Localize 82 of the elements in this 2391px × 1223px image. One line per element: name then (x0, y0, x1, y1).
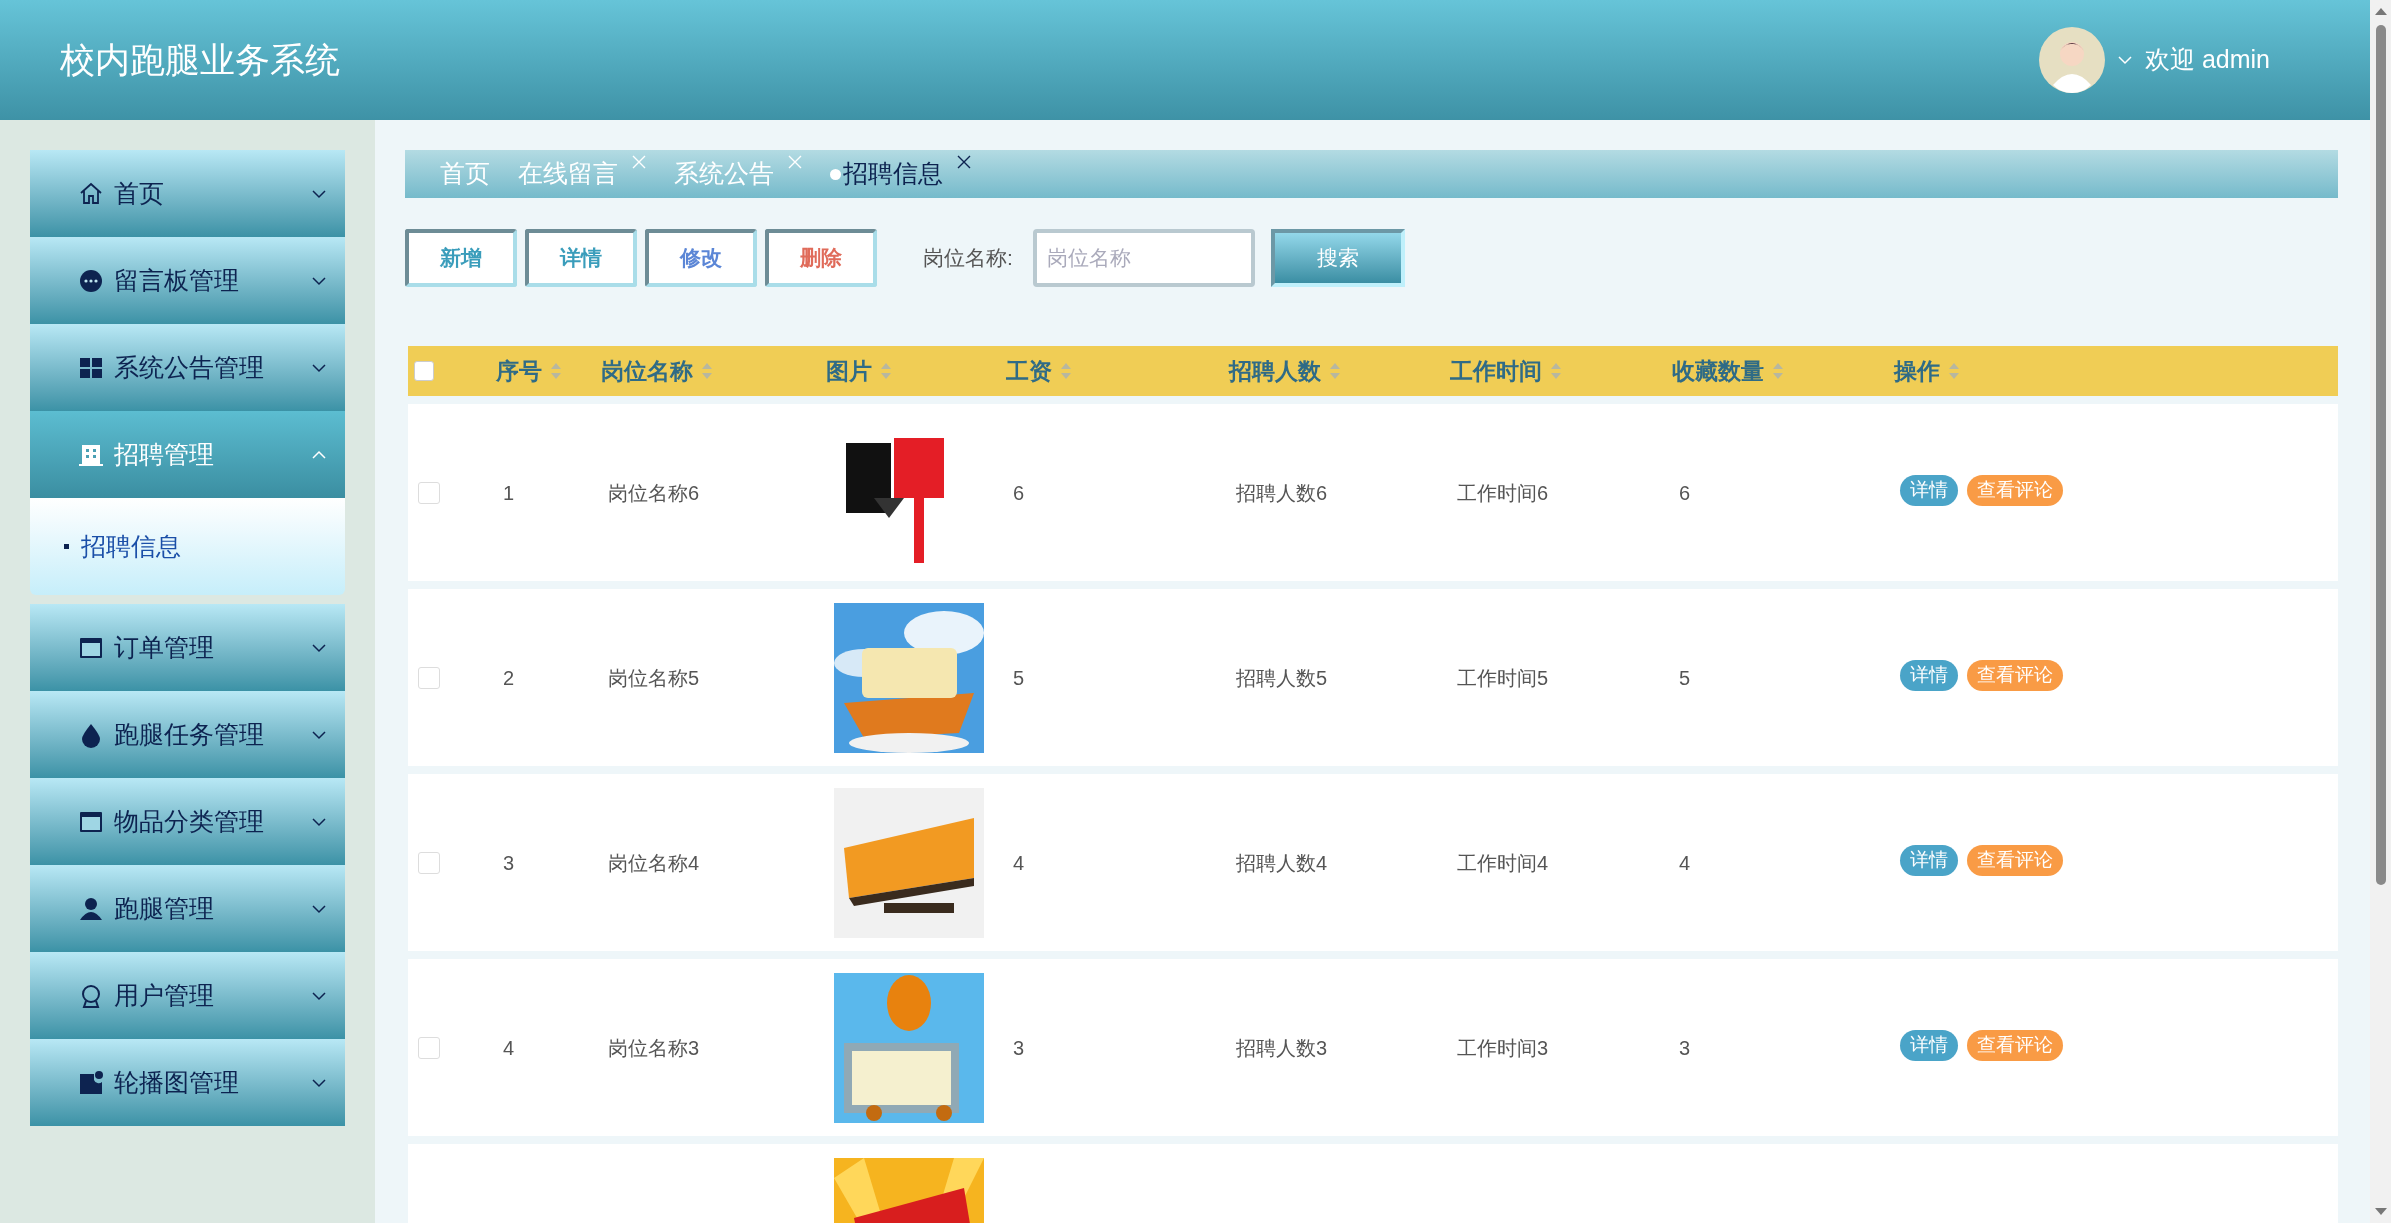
column-header[interactable]: 岗位名称 (601, 353, 693, 389)
scrollbar[interactable] (2370, 0, 2391, 1223)
chat-icon (78, 267, 104, 294)
sort-icon[interactable] (701, 361, 713, 381)
sort-icon[interactable] (1550, 361, 1562, 381)
comments-button[interactable]: 查看评论 (1967, 845, 2063, 876)
table-cell: 5 (1679, 666, 1691, 689)
table-cell: 3 (1679, 1036, 1691, 1059)
sort-icon[interactable] (1060, 361, 1072, 381)
menu-item[interactable]: 物品分类管理 (30, 778, 345, 865)
table-cell: 3 (1013, 1036, 1025, 1059)
detail-button[interactable]: 详情 (1900, 475, 1958, 506)
menu-item[interactable]: 用户管理 (30, 952, 345, 1039)
table-cell: 工作时间5 (1457, 666, 1549, 689)
chevron-down-icon[interactable] (2116, 55, 2133, 65)
welcome-text[interactable]: 欢迎 admin (2144, 41, 2270, 79)
toolbar-button[interactable]: 新增 (405, 229, 517, 287)
column-header[interactable]: 工资 (1006, 353, 1052, 389)
toolbar-button[interactable]: 删除 (765, 229, 877, 287)
column-header[interactable]: 收藏数量 (1672, 353, 1764, 389)
sort-icon[interactable] (880, 361, 892, 381)
sort-icon[interactable] (550, 361, 562, 381)
column-header[interactable]: 序号 (496, 353, 542, 389)
search-label: 岗位名称: (923, 245, 1013, 272)
comments-button[interactable]: 查看评论 (1967, 1030, 2063, 1061)
table-cell: 岗位名称5 (608, 666, 700, 689)
table-cell: 工作时间3 (1457, 1036, 1549, 1059)
table-cell: 1 (503, 481, 515, 504)
table-cell: 4 (1013, 851, 1025, 874)
table-cell: 招聘人数4 (1236, 851, 1328, 874)
table-cell: 招聘人数6 (1236, 481, 1328, 504)
submenu-item[interactable]: 招聘信息 (64, 527, 181, 566)
menu-item[interactable]: 跑腿任务管理 (30, 691, 345, 778)
detail-button[interactable]: 详情 (1900, 1030, 1958, 1061)
table-cell: 岗位名称3 (608, 1036, 700, 1059)
table-cell: 招聘人数5 (1236, 666, 1328, 689)
menu-item[interactable]: 轮播图管理 (30, 1039, 345, 1126)
toolbar-button[interactable]: 详情 (525, 229, 637, 287)
column-header[interactable]: 图片 (826, 353, 872, 389)
detail-button[interactable]: 详情 (1900, 845, 1958, 876)
table-cell: 6 (1679, 481, 1691, 504)
avatar-icon (2038, 27, 2105, 93)
column-header[interactable]: 操作 (1894, 353, 1940, 389)
menu-item[interactable]: 首页 (30, 150, 345, 237)
table-cell: 4 (503, 1036, 515, 1059)
checkbox[interactable] (414, 361, 434, 381)
toolbar-button[interactable]: 修改 (645, 229, 757, 287)
menu-item[interactable]: 系统公告管理 (30, 324, 345, 411)
table-cell: 5 (1013, 666, 1025, 689)
home-icon (78, 180, 104, 207)
table-cell: 2 (503, 666, 515, 689)
comments-button[interactable]: 查看评论 (1967, 475, 2063, 506)
search-button[interactable]: 搜索 (1270, 229, 1405, 287)
column-header[interactable]: 工作时间 (1450, 353, 1542, 389)
checkbox[interactable] (418, 666, 440, 689)
image-icon (78, 1069, 104, 1096)
comments-button[interactable]: 查看评论 (1967, 660, 2063, 691)
detail-button[interactable]: 详情 (1900, 660, 1958, 691)
menu-item[interactable]: 招聘管理 (30, 411, 345, 498)
table-cell: 工作时间4 (1457, 851, 1549, 874)
checkbox[interactable] (418, 851, 440, 874)
tab[interactable]: 招聘信息 (830, 155, 943, 193)
sort-icon[interactable] (1948, 361, 1960, 381)
sort-icon[interactable] (1772, 361, 1784, 381)
close-icon[interactable] (957, 155, 971, 170)
person-icon (78, 895, 104, 922)
app-title: 校内跑腿业务系统 (60, 38, 340, 81)
table-cell: 6 (1013, 481, 1025, 504)
column-header[interactable]: 招聘人数 (1229, 353, 1321, 389)
table-cell: 岗位名称6 (608, 481, 700, 504)
table-cell: 岗位名称4 (608, 851, 700, 874)
menu-item[interactable]: 留言板管理 (30, 237, 345, 324)
menu-item[interactable]: 跑腿管理 (30, 865, 345, 952)
table-cell: 3 (503, 851, 515, 874)
table-cell: 招聘人数3 (1236, 1036, 1328, 1059)
search-field[interactable]: 岗位名称 (1032, 229, 1255, 287)
checkbox[interactable] (418, 481, 440, 504)
table-cell: 工作时间6 (1457, 481, 1549, 504)
menu-item[interactable]: 订单管理 (30, 604, 345, 691)
sort-icon[interactable] (1329, 361, 1341, 381)
checkbox[interactable] (418, 1036, 440, 1059)
table-cell: 4 (1679, 851, 1691, 874)
